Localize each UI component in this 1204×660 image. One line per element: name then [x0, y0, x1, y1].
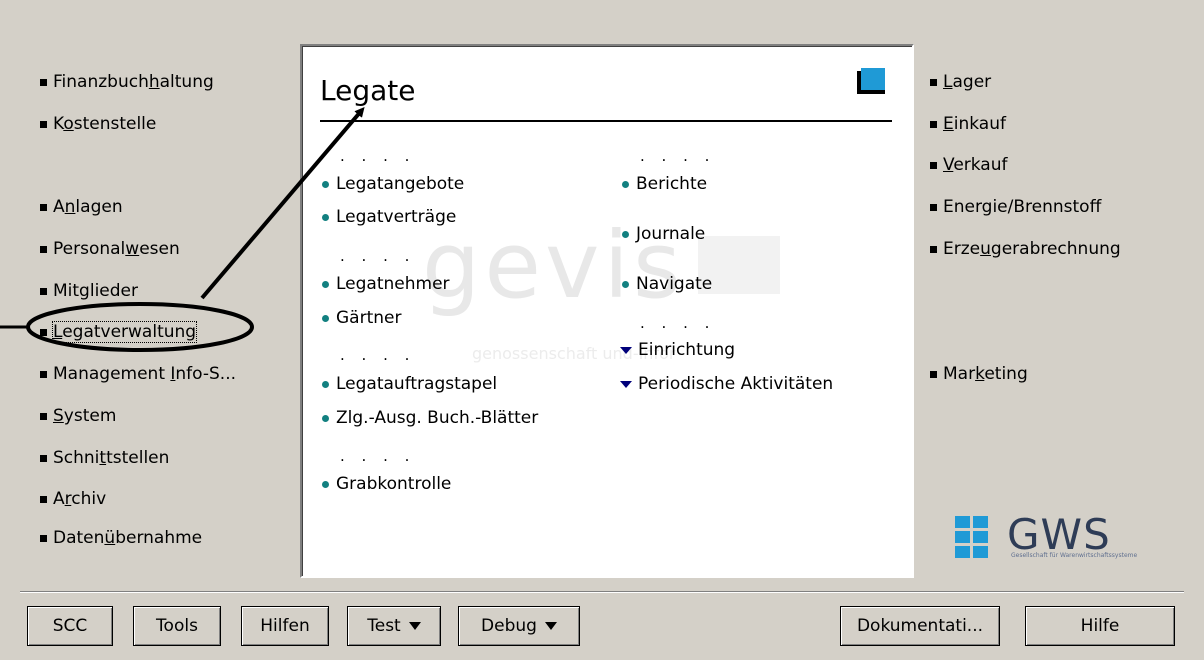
link-gaertner[interactable]: Gärtner: [322, 308, 401, 328]
link-navigate[interactable]: Navigate: [622, 274, 712, 294]
square-bullet-icon: [40, 370, 47, 378]
dots-separator: . . . .: [340, 447, 416, 465]
nav-system[interactable]: System: [40, 406, 116, 426]
group-periodische-aktivitaeten[interactable]: Periodische Aktivitäten: [620, 374, 833, 394]
link-journale[interactable]: Journale: [622, 224, 705, 244]
book-icon: [857, 68, 885, 94]
nav-marketing[interactable]: Marketing: [930, 364, 1028, 384]
dot-bullet-icon: [322, 480, 329, 488]
title-divider: [320, 120, 892, 122]
dot-bullet-icon: [322, 380, 329, 388]
legate-panel: gevis genossenschaft und-Infor Legate . …: [300, 44, 914, 578]
square-bullet-icon: [40, 78, 47, 86]
square-bullet-icon: [40, 287, 47, 295]
square-bullet-icon: [40, 495, 47, 503]
hilfen-button[interactable]: Hilfen: [241, 606, 329, 646]
dot-bullet-icon: [322, 414, 329, 422]
nav-management-info[interactable]: Management Info-S...: [40, 364, 236, 384]
gws-logo-squares-icon: [955, 516, 988, 558]
square-bullet-icon: [930, 245, 937, 253]
test-dropdown-button[interactable]: Test: [347, 606, 441, 646]
link-legatnehmer[interactable]: Legatnehmer: [322, 274, 450, 294]
scc-button[interactable]: SCC: [27, 606, 113, 646]
square-bullet-icon: [40, 245, 47, 253]
dot-bullet-icon: [322, 180, 329, 188]
square-bullet-icon: [930, 161, 937, 169]
triangle-down-icon: [620, 380, 632, 388]
group-einrichtung[interactable]: Einrichtung: [620, 340, 735, 360]
gws-logo: GWS Gesellschaft für Warenwirtschaftssys…: [955, 510, 1150, 564]
nav-anlagen[interactable]: Anlagen: [40, 197, 123, 217]
hilfe-button[interactable]: Hilfe: [1025, 606, 1175, 646]
nav-datenuebernahme[interactable]: Datenübernahme: [40, 528, 202, 548]
dot-bullet-icon: [322, 280, 329, 288]
dot-bullet-icon: [622, 230, 629, 238]
dot-bullet-icon: [622, 180, 629, 188]
link-grabkontrolle[interactable]: Grabkontrolle: [322, 474, 451, 494]
panel-title: Legate: [320, 74, 416, 107]
nav-energie-brennstoff[interactable]: Energie/Brennstoff: [930, 197, 1101, 217]
dots-separator: . . . .: [340, 247, 416, 265]
square-bullet-icon: [930, 370, 937, 378]
square-bullet-icon: [40, 412, 47, 420]
debug-dropdown-button[interactable]: Debug: [458, 606, 580, 646]
triangle-down-icon: [620, 346, 632, 354]
nav-lager[interactable]: Lager: [930, 72, 991, 92]
gws-logo-subtext: Gesellschaft für Warenwirtschaftssysteme: [1011, 552, 1138, 559]
square-bullet-icon: [930, 120, 937, 128]
bottom-separator: [20, 591, 1184, 593]
nav-finanzbuchhaltung[interactable]: Finanzbuchhaltung: [40, 72, 214, 92]
square-bullet-icon: [930, 203, 937, 211]
nav-personalwesen[interactable]: Personalwesen: [40, 239, 180, 259]
nav-legatverwaltung[interactable]: Legatverwaltung: [40, 321, 198, 343]
square-bullet-icon: [40, 203, 47, 211]
caret-down-icon: [544, 622, 557, 630]
link-legatangebote[interactable]: Legatangebote: [322, 174, 464, 194]
nav-einkauf[interactable]: Einkauf: [930, 114, 1006, 134]
link-zlg-ausg-buch-blaetter[interactable]: Zlg.-Ausg. Buch.-Blätter: [322, 408, 538, 428]
nav-mitglieder[interactable]: Mitglieder: [40, 281, 138, 301]
tools-button[interactable]: Tools: [133, 606, 221, 646]
dokumentation-button[interactable]: Dokumentati...: [840, 606, 1000, 646]
nav-archiv[interactable]: Archiv: [40, 489, 106, 509]
square-bullet-icon: [40, 454, 47, 462]
nav-kostenstelle[interactable]: Kostenstelle: [40, 114, 156, 134]
square-bullet-icon: [40, 534, 47, 542]
nav-erzeugerabrechnung[interactable]: Erzeugerabrechnung: [930, 239, 1121, 259]
square-bullet-icon: [930, 78, 937, 86]
link-berichte[interactable]: Berichte: [622, 174, 707, 194]
caret-down-icon: [408, 622, 421, 630]
dots-separator: . . . .: [340, 147, 416, 165]
link-legatauftragstapel[interactable]: Legatauftragstapel: [322, 374, 497, 394]
nav-schnittstellen[interactable]: Schnittstellen: [40, 448, 169, 468]
dots-separator: . . . .: [340, 346, 416, 364]
dots-separator: . . . .: [640, 314, 716, 332]
dot-bullet-icon: [622, 280, 629, 288]
dots-separator: . . . .: [640, 147, 716, 165]
dot-bullet-icon: [322, 314, 329, 322]
square-bullet-icon: [40, 328, 47, 336]
dot-bullet-icon: [322, 213, 329, 221]
nav-verkauf[interactable]: Verkauf: [930, 155, 1007, 175]
link-legatvertraege[interactable]: Legatverträge: [322, 207, 456, 227]
square-bullet-icon: [40, 120, 47, 128]
